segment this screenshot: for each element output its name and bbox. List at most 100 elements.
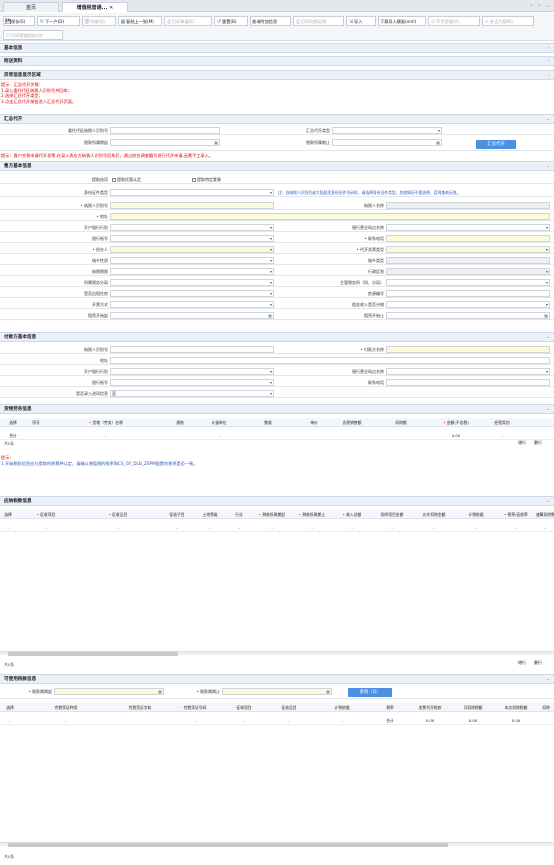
column-header[interactable]: 经营类别 xyxy=(480,418,524,427)
rent-house-select[interactable]: ▾ xyxy=(110,290,274,297)
column-header[interactable]: 允许扣除金额 xyxy=(412,510,456,519)
column-header[interactable]: 计税依据 xyxy=(456,510,496,519)
section-abnormal[interactable]: 异常信息显示区域 › xyxy=(0,70,554,80)
tax-add-row-button[interactable]: 增行 xyxy=(518,660,526,666)
scroll-thumb[interactable] xyxy=(8,843,448,847)
chevron-left-icon[interactable]: ‹ xyxy=(530,2,532,9)
column-header[interactable]: 扣除额 xyxy=(370,418,432,427)
column-header[interactable]: 选择 xyxy=(2,418,24,427)
tax-period-select[interactable]: ▾ xyxy=(110,268,274,275)
column-header[interactable]: 选择 xyxy=(0,510,16,519)
seller-address-input[interactable] xyxy=(110,213,550,220)
seller-phone-input[interactable] xyxy=(386,235,550,242)
summary-issue-button[interactable]: 汇总代开 xyxy=(476,140,516,149)
reset-button[interactable]: ↺重置(B) xyxy=(214,16,248,26)
rent-start-input[interactable]: ▦ xyxy=(110,312,274,319)
rent-income-select[interactable]: ▾ xyxy=(386,301,550,308)
column-header[interactable]: 数量 xyxy=(244,418,292,427)
column-header[interactable]: • 征收品目 xyxy=(76,510,160,519)
tab-home[interactable]: 首页 xyxy=(3,2,59,12)
print-tax-certificate-button[interactable]: ⎙打印完税证明 xyxy=(293,16,344,26)
summary-type-select[interactable]: ▾ xyxy=(332,127,442,134)
tax-horizontal-scrollbar[interactable] xyxy=(0,651,554,656)
seller-taxpayer-name-input[interactable] xyxy=(386,202,550,209)
buyer-taxpayer-id-input[interactable] xyxy=(110,346,274,353)
section-attach[interactable]: 附送资料 › xyxy=(0,56,554,66)
invoice-type-select[interactable]: ▾ xyxy=(386,246,550,253)
section-buyer[interactable]: 付款方基本信息 ⌄ xyxy=(0,332,554,342)
calendar-icon[interactable]: ▦ xyxy=(158,689,162,695)
section-goods[interactable]: 货物劳务信息 ⌄ xyxy=(0,404,554,414)
period-start-input[interactable]: ▦ xyxy=(110,139,220,146)
is-import-select[interactable]: 否 ▾ xyxy=(110,390,274,397)
payer-name-input[interactable] xyxy=(386,346,550,353)
checkbox-extract-preferential[interactable] xyxy=(112,178,116,182)
house-no-input[interactable] xyxy=(386,290,550,297)
goods-add-row-button[interactable]: 增行 xyxy=(518,440,526,446)
column-header[interactable]: • 货物（劳务）名称 xyxy=(48,418,164,427)
column-header[interactable]: 完税凭证种类 xyxy=(20,703,112,712)
seller-account-select[interactable]: ▾ xyxy=(110,235,274,242)
id-type-select[interactable]: ▾ xyxy=(110,189,274,196)
seller-taxpayer-id-input[interactable] xyxy=(110,202,274,209)
town-type-input[interactable] xyxy=(386,257,550,264)
column-header[interactable]: • 金额(不含税) xyxy=(434,418,478,427)
column-header[interactable]: • 征收项目 xyxy=(16,510,76,519)
section-deduct[interactable]: 可使用税款信息 ⌄ xyxy=(0,674,554,684)
reject-button[interactable]: ⊖不予受理(V) xyxy=(428,16,480,26)
section-tax[interactable]: 应纳税款信息 ⌄ xyxy=(0,496,554,506)
seller-bank-branch-select[interactable]: ▾ xyxy=(386,224,550,231)
calendar-icon[interactable]: ▦ xyxy=(544,313,548,319)
column-header[interactable]: • 收入总额 xyxy=(332,510,372,519)
column-header[interactable]: 扣除 xyxy=(538,703,554,712)
save-button[interactable]: 💾保存(S) xyxy=(3,16,35,26)
column-header[interactable]: • 税率/征收率 xyxy=(496,510,536,519)
close-icon[interactable]: ✕ xyxy=(109,5,113,11)
buyer-bank-branch-select[interactable]: ▾ xyxy=(386,368,550,375)
column-header[interactable]: 计量单位 xyxy=(196,418,242,427)
calendar-icon[interactable]: ▦ xyxy=(326,689,330,695)
tax-office-select[interactable]: ▾ xyxy=(110,279,274,286)
column-header[interactable]: 征收子目 xyxy=(160,510,194,519)
column-header[interactable]: 征收项目 xyxy=(222,703,266,712)
calendar-icon[interactable]: ▦ xyxy=(214,140,218,146)
column-header[interactable]: 完税凭证字轨 xyxy=(112,703,168,712)
tax-delete-row-button[interactable]: 删行 xyxy=(534,660,542,666)
column-header[interactable]: 速算扣除数 xyxy=(536,510,554,519)
column-header[interactable]: 税率 xyxy=(372,703,408,712)
copy-previous-button[interactable]: ▦复制上一张(M) xyxy=(118,16,162,26)
handler-select[interactable]: ▾ xyxy=(110,246,274,253)
deduct-query-button[interactable]: 查询（Q） xyxy=(348,688,392,697)
column-header[interactable]: 征收品目 xyxy=(266,703,312,712)
deduct-horizontal-scrollbar[interactable] xyxy=(0,842,554,847)
section-basic[interactable]: 基本信息 › xyxy=(0,43,554,53)
chevron-down-icon[interactable]: ⌄ xyxy=(546,2,551,9)
period-end-input[interactable]: ▦ xyxy=(332,139,442,146)
section-seller[interactable]: 售方基本信息 ⌄ xyxy=(0,161,554,171)
import-button[interactable]: ⇲导入 xyxy=(346,16,376,26)
query-extra-info-button[interactable]: 查询附加信息 xyxy=(250,16,291,26)
column-header[interactable]: 发票代开税款 xyxy=(408,703,452,712)
column-header[interactable]: 可扣除税额 xyxy=(452,703,494,712)
scroll-thumb[interactable] xyxy=(8,652,178,656)
column-header[interactable]: 本次扣除税额 xyxy=(494,703,538,712)
rent-end-input[interactable]: ▦ xyxy=(386,312,550,319)
invoice-method-select[interactable]: ▾ xyxy=(110,301,274,308)
town-nature-select[interactable]: ▾ xyxy=(110,257,274,264)
print-document-button[interactable]: ⎙打印单据(E) xyxy=(164,16,212,26)
column-header[interactable]: 计税依据 xyxy=(312,703,372,712)
supplement-button[interactable]: ✔补正内容(K) xyxy=(482,16,534,26)
buyer-phone-input[interactable] xyxy=(386,379,550,386)
deduct-end-input[interactable]: ▦ xyxy=(222,688,332,695)
seller-bank-select[interactable]: ▾ xyxy=(110,224,274,231)
tax-authority-select[interactable]: ▾ xyxy=(386,279,550,286)
column-header[interactable]: 行业 xyxy=(226,510,252,519)
column-header[interactable]: 完税凭证号码 xyxy=(168,703,222,712)
column-header[interactable]: 土地等级 xyxy=(194,510,226,519)
chevron-right-icon[interactable]: › xyxy=(538,2,540,9)
checkbox-extract-package[interactable] xyxy=(192,178,196,182)
download-template-button[interactable]: 下载导入模板(xml) xyxy=(378,16,426,26)
calendar-icon[interactable]: ▦ xyxy=(436,140,440,146)
column-header[interactable]: 单价 xyxy=(294,418,334,427)
district-select[interactable]: ▾ xyxy=(386,268,550,275)
